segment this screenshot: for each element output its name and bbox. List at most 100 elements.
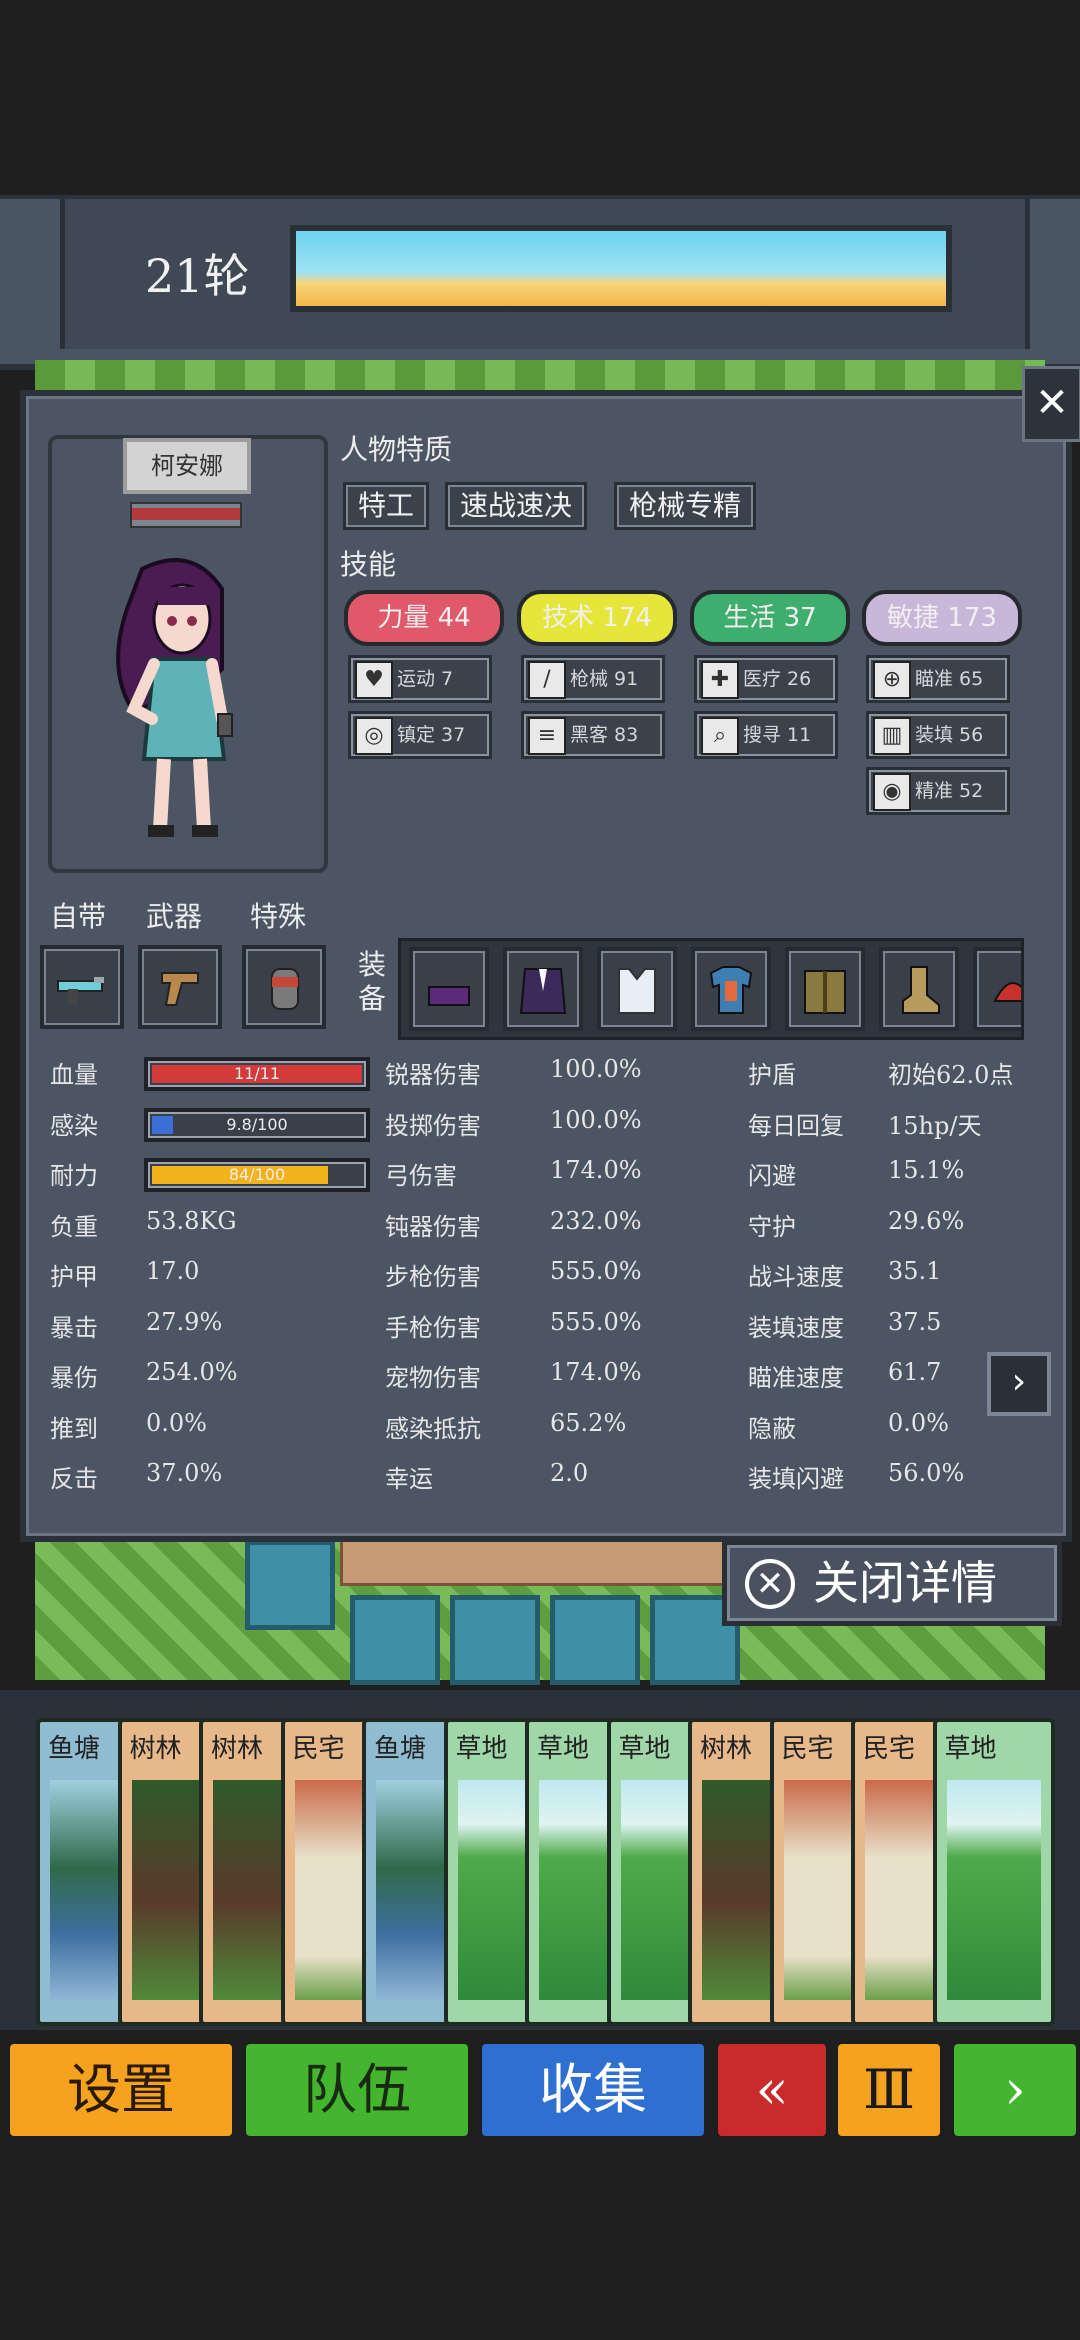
skill-category-pill[interactable]: 生活 37 xyxy=(690,590,850,646)
close-details-button[interactable]: ✕ 关闭详情 xyxy=(722,1540,1062,1626)
trait-tag[interactable]: 特工 xyxy=(343,482,430,530)
card-illustration xyxy=(294,1780,369,2000)
card-illustration xyxy=(702,1780,776,2000)
equip-slot-vest[interactable] xyxy=(597,947,677,1031)
pause-button[interactable]: Ⅲ xyxy=(834,2040,944,2140)
stat-bar-text: 84/100 xyxy=(228,1165,286,1184)
stat-bar: 9.8/100 xyxy=(144,1107,370,1142)
equip-slot-shoes[interactable] xyxy=(409,947,489,1031)
play-next-button[interactable]: › xyxy=(950,2040,1080,2140)
stat-label: 瞄准速度 xyxy=(748,1364,844,1392)
stat-label: 反击 xyxy=(50,1465,98,1493)
sub-skill-label: 镇定 37 xyxy=(397,724,466,746)
close-details-label: 关闭详情 xyxy=(813,1556,997,1610)
stat-label: 隐蔽 xyxy=(748,1414,796,1443)
stat-value: 0.0% xyxy=(146,1408,207,1437)
skill-category-pill[interactable]: 力量 44 xyxy=(344,590,504,646)
map-tile[interactable] xyxy=(450,1595,540,1685)
sub-skill[interactable]: ♥ 运动 7 xyxy=(348,655,492,703)
stat-label: 暴伤 xyxy=(50,1364,98,1392)
equipment-strip[interactable] xyxy=(398,938,1024,1040)
stat-bar: 11/11 xyxy=(144,1057,370,1091)
card-illustration xyxy=(620,1780,695,2000)
equip-slot-shirt[interactable] xyxy=(691,947,771,1031)
character-sprite xyxy=(116,558,233,837)
slot-header-builtin: 自带 xyxy=(50,900,107,933)
close-x-button[interactable]: ✕ xyxy=(1022,366,1080,442)
chevron-right-icon: › xyxy=(1011,1361,1027,1402)
trait-tag[interactable]: 枪械专精 xyxy=(614,482,757,530)
sub-skill[interactable]: ⊕ 瞄准 65 xyxy=(866,655,1010,703)
sub-skill[interactable]: ≡ 黑客 83 xyxy=(521,711,665,759)
sub-skill-label: 瞄准 65 xyxy=(915,668,984,690)
trait-tag[interactable]: 速战速决 xyxy=(445,482,588,530)
stat-label: 每日回复 xyxy=(748,1111,844,1140)
equip-slot-jacket[interactable] xyxy=(785,947,865,1031)
card-illustration xyxy=(946,1780,1041,2000)
sub-skill[interactable]: ▥ 装填 56 xyxy=(866,711,1010,759)
sub-skill[interactable]: ◎ 镇定 37 xyxy=(348,711,492,759)
stat-bar-text: 9.8/100 xyxy=(226,1114,288,1134)
goggles-icon: ◎ xyxy=(355,717,393,755)
stat-label: 推到 xyxy=(50,1414,98,1443)
skill-category-pill[interactable]: 敏捷 173 xyxy=(862,590,1022,646)
equip-slot-boots[interactable] xyxy=(879,947,959,1031)
builtin-slot[interactable] xyxy=(40,945,124,1029)
sub-skill[interactable]: ⌕ 搜寻 11 xyxy=(694,711,838,759)
stat-value: 35.1 xyxy=(888,1257,942,1285)
crosshair-icon: ⊕ xyxy=(873,661,911,699)
stat-value: 555.0% xyxy=(550,1307,642,1336)
map-tile[interactable] xyxy=(245,1540,335,1630)
stat-label: 弓伤害 xyxy=(385,1162,457,1190)
card-illustration xyxy=(539,1780,613,2000)
weapon-slot[interactable] xyxy=(138,945,222,1029)
stat-value: 27.9% xyxy=(146,1307,223,1336)
stat-value: 37.5 xyxy=(888,1307,942,1336)
terrain-card[interactable]: 草地 xyxy=(932,1718,1055,2026)
medkit-icon: ✚ xyxy=(701,661,739,699)
stat-value: 56.0% xyxy=(888,1459,965,1487)
sub-skill-label: 医疗 26 xyxy=(743,668,812,690)
stat-label: 暴击 xyxy=(50,1313,98,1342)
sub-skill-label: 运动 7 xyxy=(397,668,454,690)
sub-skill[interactable]: / 枪械 91 xyxy=(521,655,665,703)
stat-value: 61.7 xyxy=(888,1358,942,1386)
next-page-button[interactable]: › xyxy=(987,1352,1051,1416)
special-slot[interactable] xyxy=(242,945,326,1029)
equip-slot-hat[interactable] xyxy=(973,947,1021,1031)
heart-icon: ♥ xyxy=(355,661,393,699)
collect-button[interactable]: 收集 xyxy=(478,2040,708,2140)
settings-button[interactable]: 设置 xyxy=(6,2040,236,2140)
map-tile[interactable] xyxy=(350,1595,440,1685)
map-tile[interactable] xyxy=(550,1595,640,1685)
sub-skill[interactable]: ✚ 医疗 26 xyxy=(694,655,838,703)
team-button[interactable]: 队伍 xyxy=(242,2040,472,2140)
equip-slot-suit[interactable] xyxy=(503,947,583,1031)
rewind-button[interactable]: « xyxy=(714,2040,830,2140)
stat-label: 宠物伤害 xyxy=(385,1364,481,1392)
card-illustration xyxy=(131,1780,206,2000)
skill-category-pill[interactable]: 技术 174 xyxy=(517,590,677,646)
stat-label: 手枪伤害 xyxy=(385,1313,481,1342)
sub-skill[interactable]: ◉ 精准 52 xyxy=(866,767,1010,815)
stat-value: 0.0% xyxy=(888,1408,949,1437)
stat-label: 血量 xyxy=(50,1061,98,1089)
stat-label: 守护 xyxy=(748,1212,796,1241)
sub-skill-label: 黑客 83 xyxy=(570,724,639,746)
knife-icon: / xyxy=(528,661,566,699)
card-illustration xyxy=(376,1780,450,2000)
portrait-frame xyxy=(48,435,328,873)
stat-value: 100.0% xyxy=(550,1055,642,1083)
stat-value: 2.0 xyxy=(550,1459,589,1487)
card-title: 树林 xyxy=(129,1734,182,1764)
stat-label: 投掷伤害 xyxy=(385,1111,481,1140)
stat-label: 感染抵抗 xyxy=(385,1414,481,1443)
round-counter: 21轮 xyxy=(145,249,250,303)
stat-label: 装填闪避 xyxy=(748,1465,844,1493)
stat-value: 初始62.0点 xyxy=(888,1061,1014,1089)
shirt-icon xyxy=(709,966,753,1014)
stat-label: 锐器伤害 xyxy=(385,1061,481,1089)
stat-bar: 84/100 xyxy=(144,1158,370,1192)
card-title: 草地 xyxy=(455,1734,508,1764)
stat-label: 装填速度 xyxy=(748,1313,844,1342)
